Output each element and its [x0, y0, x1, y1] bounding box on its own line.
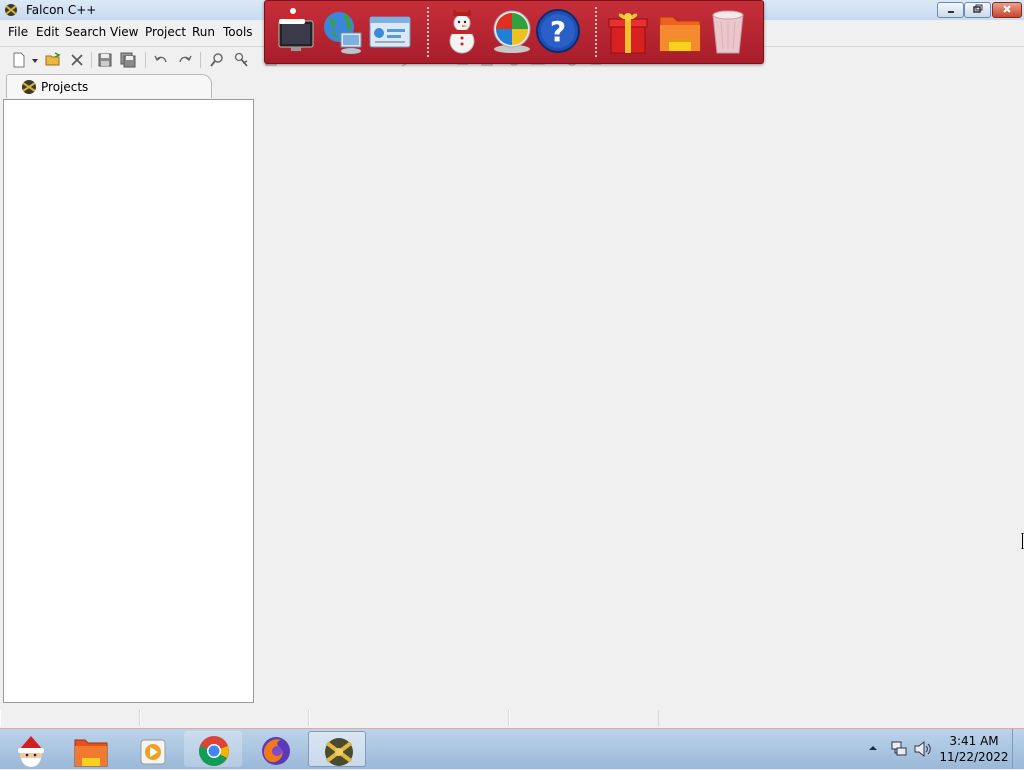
tab-projects-label: Projects — [41, 80, 89, 94]
status-cell — [309, 710, 509, 726]
toolbar-separator — [200, 52, 201, 68]
taskbar-media-player[interactable] — [122, 731, 180, 767]
svg-text:?: ? — [550, 15, 566, 48]
close-window-button[interactable] — [992, 2, 1022, 18]
status-cell — [0, 710, 140, 726]
taskbar-chrome[interactable] — [184, 731, 242, 767]
taskbar-file-explorer[interactable] — [60, 731, 118, 767]
menu-project[interactable]: Project — [145, 25, 186, 39]
restore-button[interactable] — [964, 2, 991, 18]
status-cell — [140, 710, 309, 726]
desktop-dock: ? — [264, 0, 764, 64]
status-bar — [0, 708, 1024, 728]
chrome-icon — [199, 736, 229, 766]
dock-separator — [427, 7, 431, 57]
menu-tools[interactable]: Tools — [223, 25, 253, 39]
find-replace-icon[interactable] — [232, 51, 250, 69]
media-player-icon — [140, 739, 166, 765]
start-button[interactable] — [0, 731, 58, 767]
status-cell — [509, 710, 659, 726]
menu-view[interactable]: View — [110, 25, 138, 39]
new-file-icon[interactable] — [10, 51, 28, 69]
minimize-icon — [947, 11, 954, 13]
falcon-cpp-icon — [325, 738, 353, 766]
firefox-icon — [262, 737, 290, 765]
network-icon[interactable] — [890, 740, 908, 758]
save-all-icon[interactable] — [119, 51, 137, 69]
close-icon — [1003, 5, 1011, 13]
open-folder-icon[interactable] — [44, 51, 62, 69]
projects-tree-panel[interactable] — [3, 99, 254, 703]
clock-date: 11/22/2022 — [939, 750, 1009, 764]
taskbar: 3:41 AM 11/22/2022 — [0, 728, 1024, 769]
show-hidden-icons-icon[interactable] — [868, 743, 878, 753]
falcon-logo-icon — [22, 80, 36, 94]
save-icon[interactable] — [96, 51, 114, 69]
control-panel-icon[interactable] — [367, 7, 413, 55]
system-clock[interactable]: 3:41 AM 11/22/2022 — [938, 733, 1010, 765]
toolbar-separator — [91, 52, 92, 68]
globe-network-icon[interactable] — [319, 7, 365, 55]
tab-projects[interactable]: Projects — [6, 74, 212, 98]
redo-icon[interactable] — [176, 51, 194, 69]
recycle-bin-icon[interactable] — [705, 7, 751, 55]
menu-search[interactable]: Search — [65, 25, 106, 39]
editor-area[interactable] — [258, 74, 1024, 706]
windows-logo-icon[interactable] — [489, 7, 535, 55]
minimize-button[interactable] — [937, 2, 964, 18]
gift-icon[interactable] — [605, 7, 651, 55]
toolbar-separator — [145, 52, 146, 68]
folder-icon[interactable] — [657, 7, 703, 55]
undo-icon[interactable] — [152, 51, 170, 69]
window-title: Falcon C++ — [26, 3, 97, 17]
volume-icon[interactable] — [913, 740, 933, 758]
show-desktop-button[interactable] — [1012, 729, 1024, 769]
santa-start-icon — [18, 736, 44, 767]
falcon-logo-icon — [5, 4, 17, 16]
menu-file[interactable]: File — [8, 25, 28, 39]
find-icon[interactable] — [208, 51, 226, 69]
file-explorer-icon — [74, 739, 108, 767]
snowman-icon[interactable] — [439, 7, 485, 55]
taskbar-falcon-cpp[interactable] — [308, 731, 366, 767]
close-icon[interactable] — [68, 51, 86, 69]
restore-icon — [972, 4, 982, 13]
clock-time: 3:41 AM — [949, 734, 999, 748]
santa-monitor-icon[interactable] — [273, 7, 319, 55]
menu-run[interactable]: Run — [192, 25, 215, 39]
help-icon[interactable]: ? — [535, 7, 581, 55]
menu-edit[interactable]: Edit — [36, 25, 59, 39]
dock-separator — [595, 7, 599, 57]
taskbar-firefox[interactable] — [246, 731, 304, 767]
chevron-down-icon[interactable] — [32, 58, 38, 64]
